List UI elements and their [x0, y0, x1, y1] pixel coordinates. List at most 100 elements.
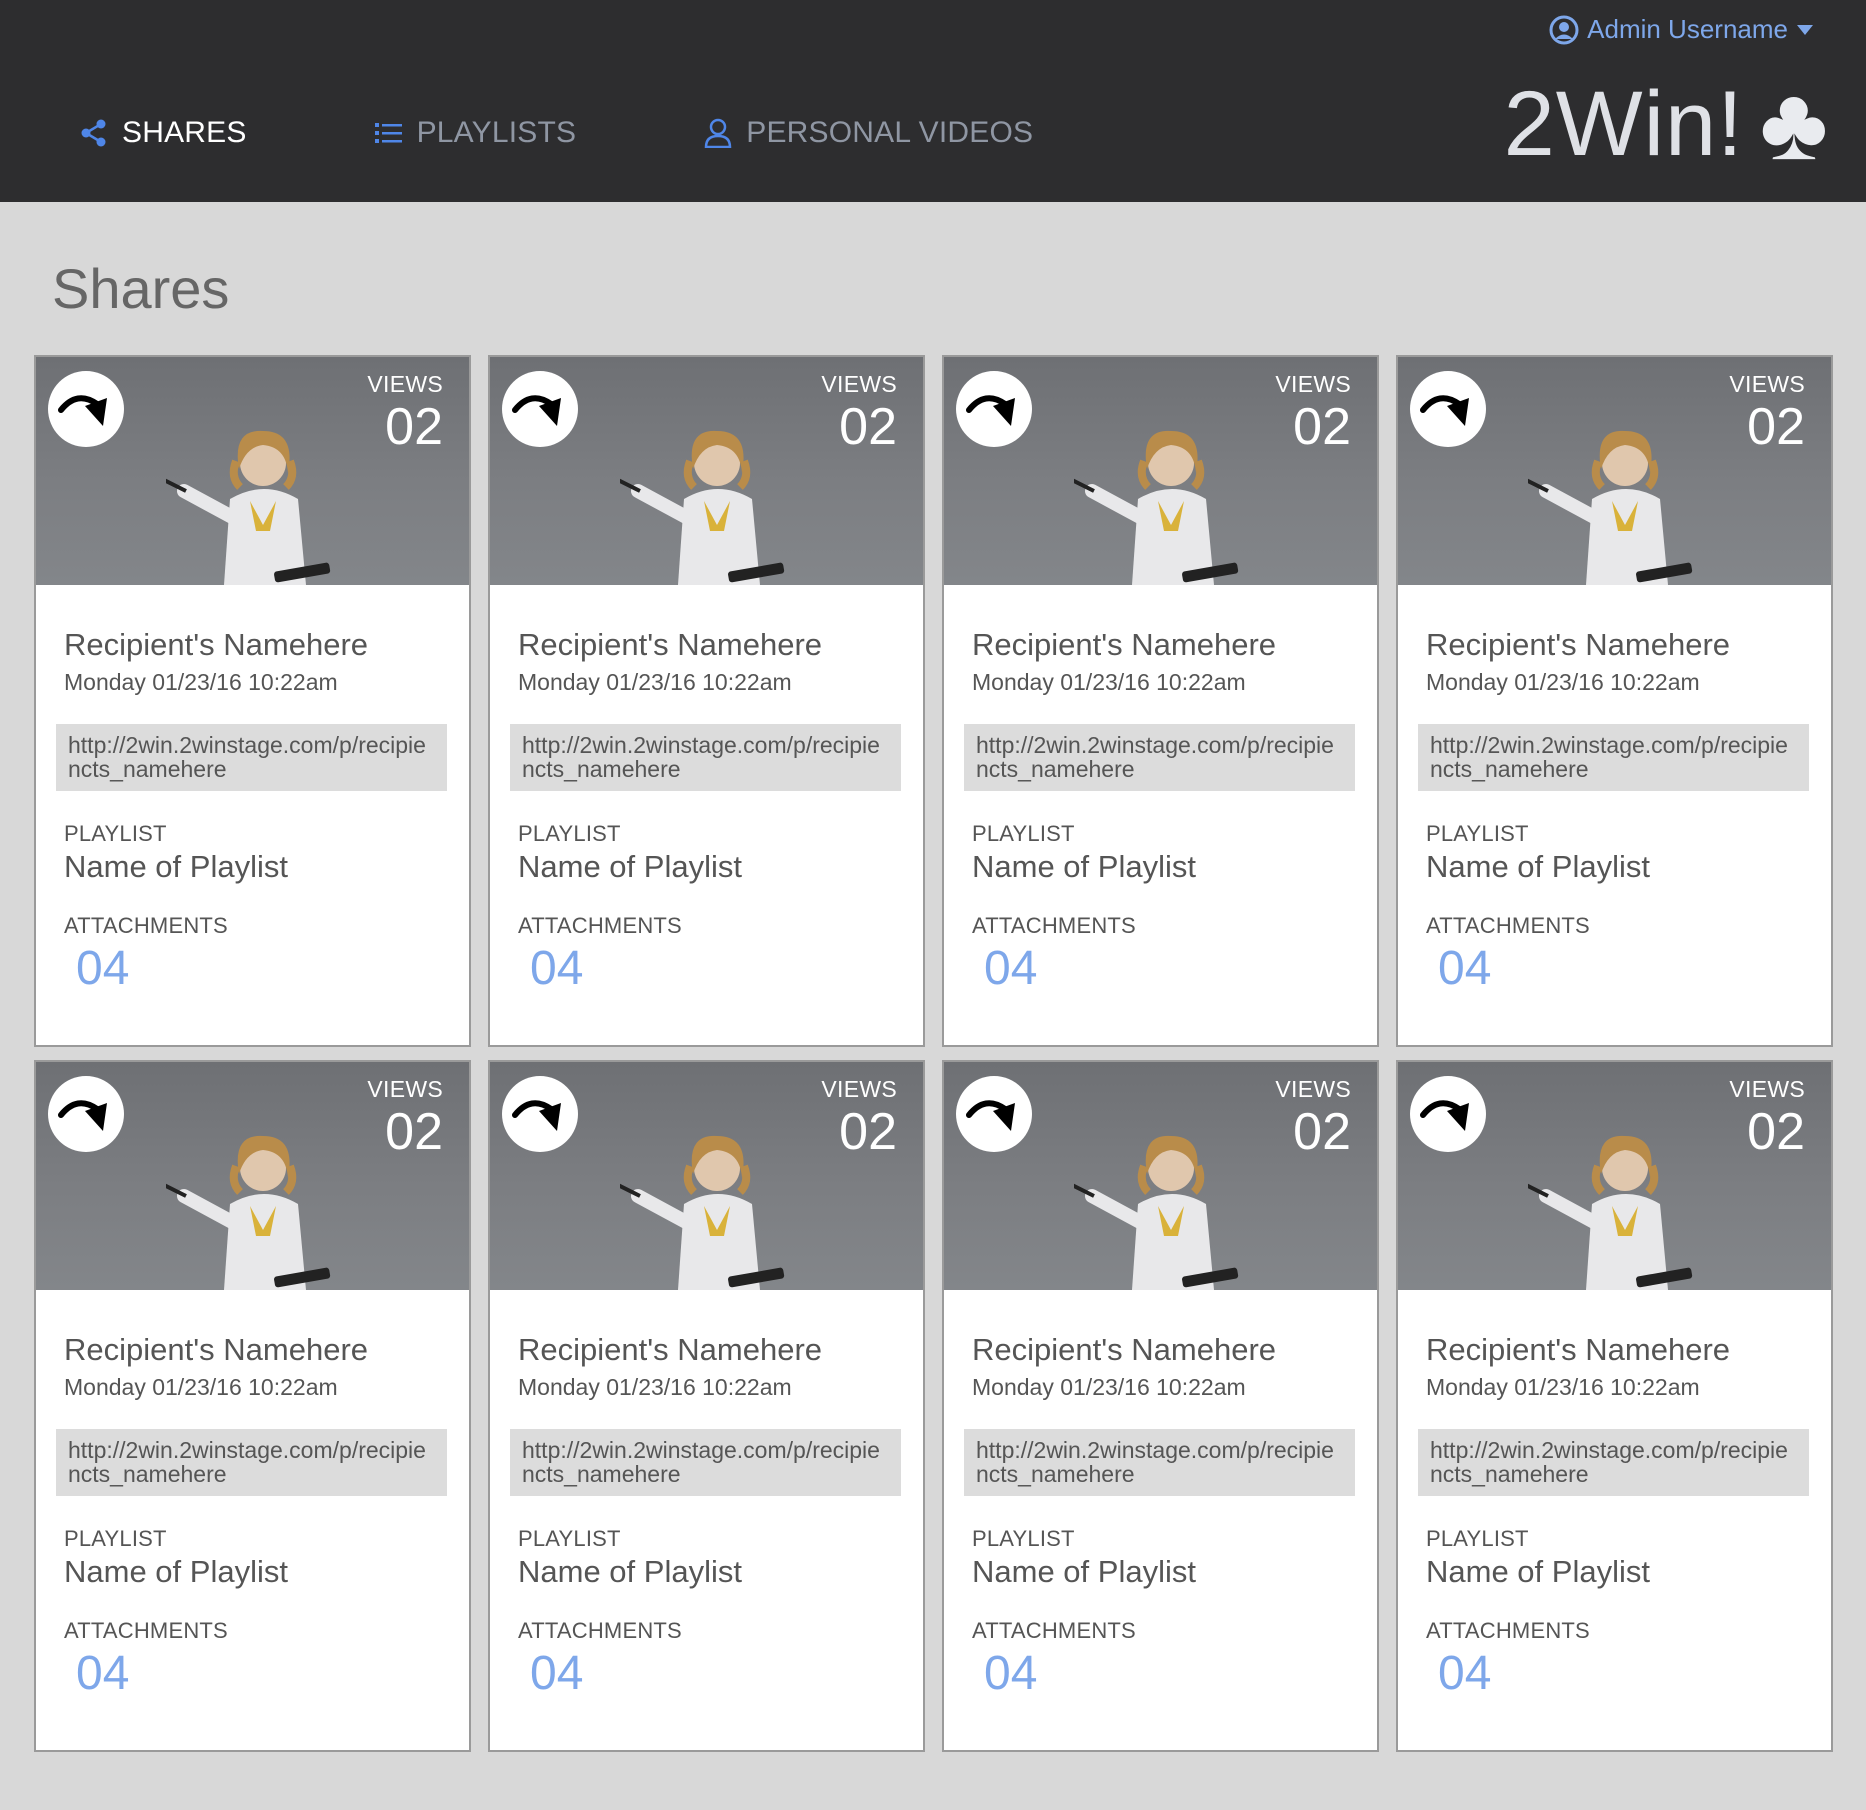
recipient-name: Recipient's Namehere [972, 1332, 1277, 1367]
brand-logo[interactable]: 2Win! ♣ [1504, 72, 1828, 176]
attachments-count[interactable]: 04 [1438, 944, 1809, 993]
share-forward-button[interactable] [48, 1076, 124, 1152]
playlist-name: Name of Playlist [64, 1553, 288, 1589]
nav-label-personal-videos: PERSONAL VIDEOS [746, 116, 1034, 149]
views-label: VIEWS [1275, 371, 1351, 397]
playlist-label: PLAYLIST [1426, 1525, 1529, 1551]
attachments-count[interactable]: 04 [530, 944, 901, 993]
presenter-image [1074, 1135, 1239, 1290]
share-card[interactable]: VIEWS 02 Recipient's Namehere Monday 01/… [34, 1060, 471, 1752]
attachments-label: ATTACHMENTS [518, 912, 682, 938]
share-link[interactable]: http://2win.2winstage.com/p/recipiencts_… [56, 723, 447, 791]
share-card[interactable]: VIEWS 02 Recipient's Namehere Monday 01/… [488, 1060, 925, 1752]
share-icon [81, 119, 106, 147]
views-count: 02 [385, 398, 443, 456]
playlist-name: Name of Playlist [518, 1553, 742, 1589]
share-link[interactable]: http://2win.2winstage.com/p/recipiencts_… [510, 1428, 901, 1496]
forward-arrow-icon [58, 1100, 107, 1131]
card-body: Recipient's Namehere Monday 01/23/16 10:… [1398, 627, 1831, 993]
forward-arrow-icon [966, 395, 1015, 426]
nav-label-shares: SHARES [122, 116, 247, 149]
share-card[interactable]: VIEWS 02 Recipient's Namehere Monday 01/… [942, 1060, 1379, 1752]
share-link[interactable]: http://2win.2winstage.com/p/recipiencts_… [1418, 1428, 1809, 1496]
attachments-count[interactable]: 04 [530, 1649, 901, 1698]
presenter-image [166, 430, 331, 585]
card-body: Recipient's Namehere Monday 01/23/16 10:… [944, 1332, 1377, 1698]
share-date: Monday 01/23/16 10:22am [518, 668, 792, 695]
main-nav: SHARES PLAYLISTS PERSONAL VIDEOS [80, 116, 1161, 150]
share-card[interactable]: VIEWS 02 Recipient's Namehere Monday 01/… [34, 355, 471, 1047]
share-forward-button[interactable] [502, 371, 578, 447]
video-thumbnail[interactable]: VIEWS 02 [1398, 1062, 1831, 1290]
video-thumbnail[interactable]: VIEWS 02 [36, 357, 469, 585]
video-thumbnail[interactable]: VIEWS 02 [490, 357, 923, 585]
attachments-label: ATTACHMENTS [64, 912, 228, 938]
playlist-name: Name of Playlist [1426, 848, 1650, 884]
nav-item-personal-videos[interactable]: PERSONAL VIDEOS [704, 116, 1033, 150]
playlist-name: Name of Playlist [518, 848, 742, 884]
share-card[interactable]: VIEWS 02 Recipient's Namehere Monday 01/… [1396, 355, 1833, 1047]
playlist-label: PLAYLIST [518, 820, 621, 846]
playlist-label: PLAYLIST [1426, 820, 1529, 846]
share-forward-button[interactable] [1410, 371, 1486, 447]
share-link[interactable]: http://2win.2winstage.com/p/recipiencts_… [510, 723, 901, 791]
views-label: VIEWS [821, 1076, 897, 1102]
share-card[interactable]: VIEWS 02 Recipient's Namehere Monday 01/… [488, 355, 925, 1047]
attachments-label: ATTACHMENTS [1426, 912, 1590, 938]
forward-arrow-icon [512, 1100, 561, 1131]
playlist-label: PLAYLIST [64, 1525, 167, 1551]
share-link[interactable]: http://2win.2winstage.com/p/recipiencts_… [964, 723, 1355, 791]
shares-grid: VIEWS 02 Recipient's Namehere Monday 01/… [34, 355, 1833, 1752]
attachments-count[interactable]: 04 [76, 944, 447, 993]
views-count: 02 [385, 1103, 443, 1161]
nav-item-playlists[interactable]: PLAYLISTS [374, 116, 577, 150]
share-forward-button[interactable] [48, 371, 124, 447]
share-link[interactable]: http://2win.2winstage.com/p/recipiencts_… [56, 1428, 447, 1496]
views-count: 02 [1747, 398, 1805, 456]
share-date: Monday 01/23/16 10:22am [1426, 1373, 1700, 1400]
forward-arrow-icon [58, 395, 107, 426]
playlist-name: Name of Playlist [972, 848, 1196, 884]
views-label: VIEWS [1729, 371, 1805, 397]
presenter-image [1074, 430, 1239, 585]
card-body: Recipient's Namehere Monday 01/23/16 10:… [36, 627, 469, 993]
user-menu[interactable]: Admin Username [1549, 14, 1814, 45]
playlist-name: Name of Playlist [972, 1553, 1196, 1589]
nav-item-shares[interactable]: SHARES [80, 116, 247, 150]
share-link[interactable]: http://2win.2winstage.com/p/recipiencts_… [1418, 723, 1809, 791]
share-forward-button[interactable] [956, 371, 1032, 447]
views-label: VIEWS [1275, 1076, 1351, 1102]
card-body: Recipient's Namehere Monday 01/23/16 10:… [490, 627, 923, 993]
share-date: Monday 01/23/16 10:22am [972, 1373, 1246, 1400]
video-thumbnail[interactable]: VIEWS 02 [944, 357, 1377, 585]
attachments-count[interactable]: 04 [984, 944, 1355, 993]
share-card[interactable]: VIEWS 02 Recipient's Namehere Monday 01/… [942, 355, 1379, 1047]
views-label: VIEWS [367, 1076, 443, 1102]
share-forward-button[interactable] [956, 1076, 1032, 1152]
share-card[interactable]: VIEWS 02 Recipient's Namehere Monday 01/… [1396, 1060, 1833, 1752]
recipient-name: Recipient's Namehere [518, 627, 823, 662]
recipient-name: Recipient's Namehere [1426, 1332, 1731, 1367]
share-forward-button[interactable] [1410, 1076, 1486, 1152]
attachments-label: ATTACHMENTS [1426, 1617, 1590, 1643]
list-icon [374, 123, 402, 143]
video-thumbnail[interactable]: VIEWS 02 [1398, 357, 1831, 585]
attachments-count[interactable]: 04 [984, 1649, 1355, 1698]
recipient-name: Recipient's Namehere [64, 627, 369, 662]
share-link[interactable]: http://2win.2winstage.com/p/recipiencts_… [964, 1428, 1355, 1496]
video-thumbnail[interactable]: VIEWS 02 [490, 1062, 923, 1290]
playlist-label: PLAYLIST [972, 820, 1075, 846]
card-body: Recipient's Namehere Monday 01/23/16 10:… [490, 1332, 923, 1698]
playlist-label: PLAYLIST [972, 1525, 1075, 1551]
attachments-count[interactable]: 04 [1438, 1649, 1809, 1698]
nav-label-playlists: PLAYLISTS [416, 116, 577, 149]
video-thumbnail[interactable]: VIEWS 02 [36, 1062, 469, 1290]
views-label: VIEWS [821, 371, 897, 397]
video-thumbnail[interactable]: VIEWS 02 [944, 1062, 1377, 1290]
share-forward-button[interactable] [502, 1076, 578, 1152]
card-body: Recipient's Namehere Monday 01/23/16 10:… [36, 1332, 469, 1698]
attachments-count[interactable]: 04 [76, 1649, 447, 1698]
views-label: VIEWS [1729, 1076, 1805, 1102]
playlist-name: Name of Playlist [1426, 1553, 1650, 1589]
presenter-image [620, 1135, 785, 1290]
